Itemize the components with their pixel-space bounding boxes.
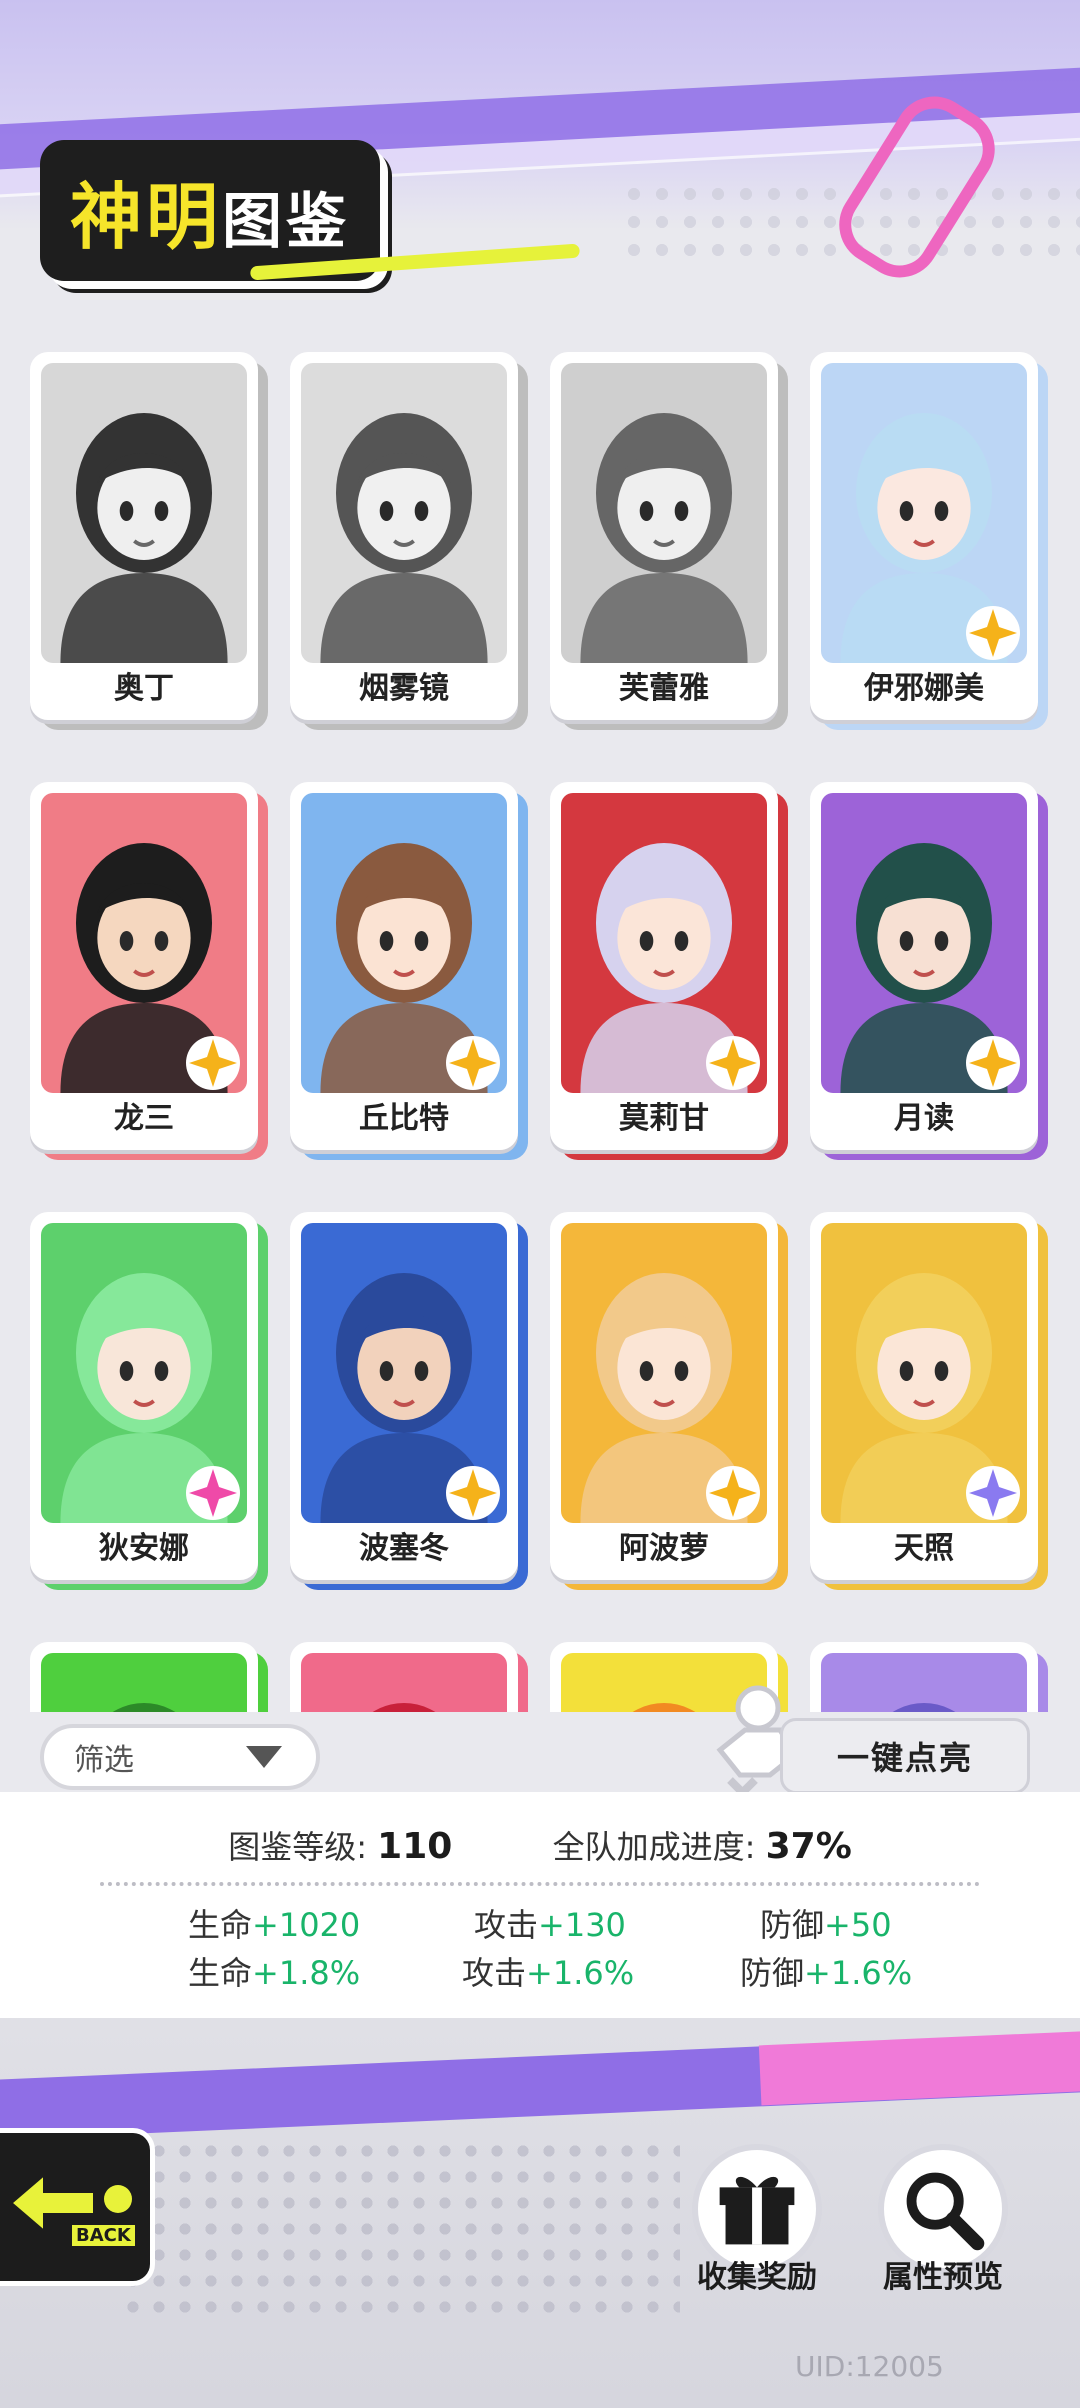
card-face: 芙蕾雅 (550, 352, 778, 720)
card-face: 奥丁 (30, 352, 258, 720)
magnifier-icon (906, 2172, 985, 2251)
light-all-button[interactable]: 一键点亮 (780, 1718, 1030, 1794)
stat-hp-pct-label: 生命 (188, 1954, 253, 1992)
level-value: 110 (377, 1826, 453, 1867)
card-face: 烟雾镜 (290, 352, 518, 720)
stats-divider (100, 1882, 980, 1886)
hero-card[interactable] (290, 1642, 528, 1712)
card-face (290, 1642, 518, 1712)
rarity-star-icon (706, 1036, 760, 1090)
hero-name: 狄安娜 (99, 1531, 189, 1566)
card-face: 月读 (810, 782, 1038, 1150)
card-face: 丘比特 (290, 782, 518, 1150)
card-face: 狄安娜 (30, 1212, 258, 1580)
rarity-star-icon (186, 1036, 240, 1090)
light-all-label: 一键点亮 (836, 1739, 973, 1777)
title-part-1: 神明 (70, 175, 223, 259)
character-portrait (41, 1653, 247, 1712)
stat-hp-pct-value: +1.8% (252, 1954, 361, 1992)
hero-name: 天照 (894, 1531, 954, 1566)
stat-atk-label: 攻击 (474, 1906, 539, 1944)
page-title: 神明图鉴 (40, 140, 381, 281)
card-face: 龙三 (30, 782, 258, 1150)
character-portrait (301, 1653, 507, 1712)
hero-card[interactable]: 伊邪娜美 (810, 352, 1048, 730)
filter-label: 筛选 (74, 1743, 134, 1778)
character-portrait (301, 363, 507, 663)
stat-def-pct-value: +1.6% (804, 1954, 913, 1992)
card-face (30, 1642, 258, 1712)
collect-reward-label: 收集奖励 (697, 2260, 817, 2295)
title-part-2: 图鉴 (222, 187, 351, 257)
stat-hp-value: +1020 (252, 1906, 361, 1944)
card-face: 波塞冬 (290, 1212, 518, 1580)
hero-name: 龙三 (114, 1101, 174, 1136)
stats-header: 图鉴等级: 110 全队加成进度: 37% (0, 1822, 1080, 1868)
footer-dots (120, 2138, 680, 2318)
uid-text: UID:12005 (795, 2350, 944, 2383)
progress-label: 全队加成进度: (552, 1828, 756, 1866)
hero-name: 伊邪娜美 (864, 671, 984, 706)
hero-name: 烟雾镜 (359, 671, 449, 706)
rarity-star-icon (966, 606, 1020, 660)
hero-card[interactable]: 狄安娜 (30, 1212, 268, 1590)
back-button[interactable]: BACK (0, 2128, 155, 2286)
hero-card[interactable]: 龙三 (30, 782, 268, 1160)
rarity-star-icon (706, 1466, 760, 1520)
stat-atk-value: +130 (538, 1906, 626, 1944)
hero-card[interactable]: 天照 (810, 1212, 1048, 1590)
stat-atk-pct-label: 攻击 (462, 1954, 527, 1992)
hero-card[interactable] (810, 1642, 1048, 1712)
hero-card[interactable]: 阿波萝 (550, 1212, 788, 1590)
hero-card[interactable]: 芙蕾雅 (550, 352, 788, 730)
hero-name: 奥丁 (114, 671, 174, 706)
chevron-down-icon (246, 1746, 282, 1768)
stats-panel: 图鉴等级: 110 全队加成进度: 37% 生命+1020 攻击+130 防御+… (0, 1792, 1080, 2018)
hero-card[interactable]: 莫莉甘 (550, 782, 788, 1160)
hero-name: 丘比特 (359, 1101, 449, 1136)
level-label: 图鉴等级: (228, 1828, 367, 1866)
stat-hp-label: 生命 (188, 1906, 253, 1944)
hero-card[interactable]: 丘比特 (290, 782, 528, 1160)
back-arrow-icon (6, 2168, 132, 2238)
stat-def-label: 防御 (760, 1906, 825, 1944)
rarity-star-icon (966, 1036, 1020, 1090)
stat-atk-pct-value: +1.6% (526, 1954, 635, 1992)
card-face: 莫莉甘 (550, 782, 778, 1150)
back-label: BACK (72, 2225, 135, 2246)
stat-def-pct-label: 防御 (740, 1954, 805, 1992)
rarity-star-icon (966, 1466, 1020, 1520)
character-portrait (41, 363, 247, 663)
hero-name: 莫莉甘 (619, 1101, 709, 1136)
progress-value: 37% (765, 1826, 852, 1867)
rarity-star-icon (446, 1036, 500, 1090)
gift-icon (719, 2176, 795, 2245)
hero-card[interactable] (30, 1642, 268, 1712)
card-face: 天照 (810, 1212, 1038, 1580)
hero-name: 月读 (894, 1101, 954, 1136)
card-grid: 奥丁 烟雾镜 芙蕾雅 伊邪娜美龙三 丘比特 莫莉甘 月读狄安娜 波塞冬 阿波萝 天照 (30, 352, 1060, 1712)
filter-dropdown[interactable]: 筛选 (40, 1724, 320, 1790)
rarity-star-icon (446, 1466, 500, 1520)
character-portrait (561, 363, 767, 663)
hero-card[interactable]: 烟雾镜 (290, 352, 528, 730)
character-portrait (821, 1653, 1027, 1712)
attribute-preview-label: 属性预览 (883, 2260, 1003, 2295)
card-face: 伊邪娜美 (810, 352, 1038, 720)
hero-name: 波塞冬 (359, 1531, 449, 1566)
hero-card[interactable]: 波塞冬 (290, 1212, 528, 1590)
card-face (810, 1642, 1038, 1712)
hero-card[interactable]: 月读 (810, 782, 1048, 1160)
hero-name: 芙蕾雅 (619, 671, 709, 706)
stat-def-value: +50 (824, 1906, 892, 1944)
rarity-star-icon (186, 1466, 240, 1520)
card-face: 阿波萝 (550, 1212, 778, 1580)
hero-name: 阿波萝 (619, 1531, 709, 1566)
hero-card[interactable]: 奥丁 (30, 352, 268, 730)
